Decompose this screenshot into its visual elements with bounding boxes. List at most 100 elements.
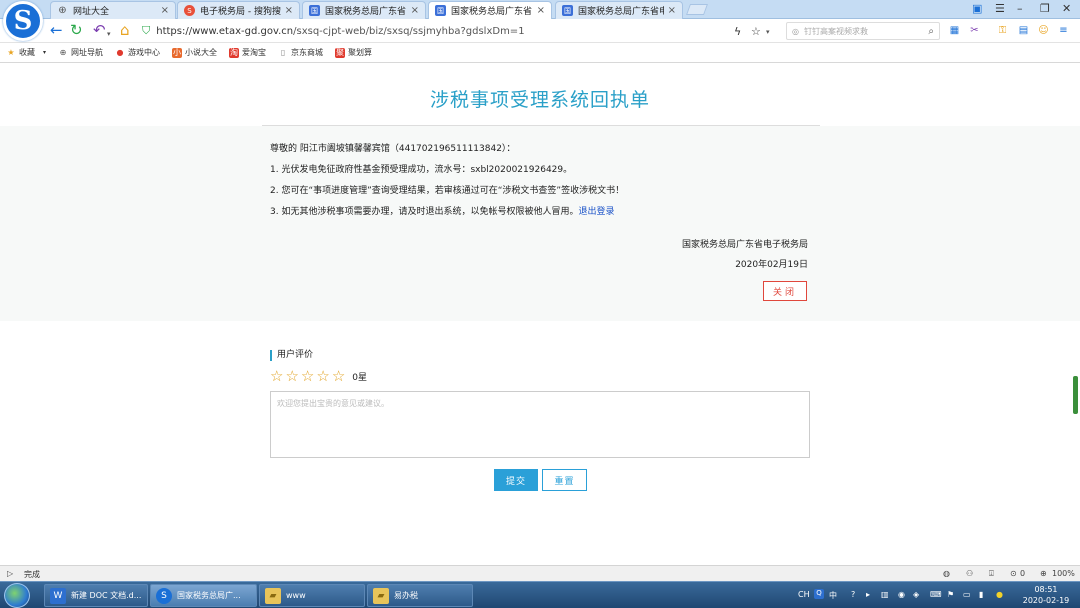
sogou-browser-logo-icon[interactable]: S (3, 1, 43, 41)
receipt-line-3: 3. 如无其他涉税事项需要办理，请及时退出系统，以免帐号权限被他人冒用。退出登录 (270, 204, 614, 217)
ime-tool-icon[interactable]: ⌨ (930, 590, 942, 599)
tab-4-active[interactable]: 国 国家税务总局广东省电子 × (428, 1, 552, 19)
bookmark-game-center[interactable]: ● 游戏中心 (115, 47, 161, 58)
feedback-textarea[interactable]: 欢迎您提出宝贵的意见或建议。 (270, 391, 810, 458)
sogou-ime-icon[interactable]: ● (996, 590, 1003, 599)
chevron-down-icon[interactable]: ▾ (766, 25, 770, 40)
scissors-icon[interactable]: ✂ (968, 24, 981, 37)
bookmark-label: 京东商城 (291, 48, 324, 57)
folder-icon: ▰ (265, 587, 281, 604)
key-icon[interactable]: ⚿ (996, 24, 1009, 37)
zoom-level[interactable]: 100% (1052, 569, 1075, 578)
lightning-icon[interactable]: ϟ (734, 24, 741, 39)
reset-button[interactable]: 重置 (542, 469, 587, 491)
network-icon[interactable]: ▥ (881, 590, 889, 599)
more-menu-icon[interactable]: ≡ (1057, 24, 1070, 37)
star-5-icon[interactable]: ☆ (332, 368, 345, 385)
tax-site-icon: 国 (562, 5, 573, 16)
issue-date: 2020年02月19日 (735, 260, 808, 270)
maximize-icon[interactable]: ❐ (1040, 2, 1050, 15)
refresh-icon[interactable]: ↻ (70, 23, 83, 38)
download-icon[interactable]: ⍗ (989, 569, 994, 579)
sidebar-toggle-icon[interactable]: ▷ (7, 569, 13, 578)
star-4-icon[interactable]: ☆ (316, 368, 329, 385)
submit-button[interactable]: 提交 (494, 469, 538, 491)
task-folder-www[interactable]: ▰ www (259, 584, 365, 607)
extensions-icon[interactable]: ▤ (1017, 24, 1030, 37)
download-count-icon[interactable]: ⊙ (1010, 569, 1017, 578)
tray-toolbar-icon[interactable]: ▸ (866, 590, 870, 599)
security-icon[interactable]: ◉ (898, 590, 905, 599)
tab-close-icon[interactable]: × (411, 5, 419, 16)
tab-5[interactable]: 国 国家税务总局广东省电子 × (555, 1, 683, 19)
bookmark-star-icon[interactable]: ☆ (751, 24, 761, 39)
back-icon[interactable]: ← (50, 23, 63, 38)
taobao-icon: 淘 (229, 47, 240, 58)
star-icon: ★ (7, 48, 15, 57)
close-button[interactable]: 关闭 (763, 281, 807, 301)
new-tab-button[interactable] (685, 4, 709, 15)
shield-status-icon[interactable]: ◍ (943, 569, 950, 578)
undo-icon[interactable]: ↶ (93, 23, 106, 38)
task-folder-yibanshui[interactable]: ▰ 易办税 (367, 584, 473, 607)
task-browser[interactable]: S 国家税务总局广... (150, 584, 257, 607)
logout-link[interactable]: 退出登录 (578, 207, 614, 217)
minimize-icon[interactable]: – (1017, 2, 1023, 15)
smiley-icon[interactable]: ☺ (1037, 24, 1050, 37)
tab-2[interactable]: S 电子税务局 - 搜狗搜索 × (177, 1, 300, 19)
search-icon[interactable]: Q (814, 589, 824, 599)
bookmark-novels[interactable]: 小 小说大全 (172, 47, 217, 58)
tax-site-icon: 国 (435, 5, 446, 16)
flag-icon[interactable]: ⚑ (947, 590, 954, 599)
menu-icon[interactable]: ☰ (995, 2, 1005, 15)
tab-close-icon[interactable]: × (668, 5, 676, 16)
chevron-down-icon[interactable]: ▾ (107, 27, 111, 42)
task-doc[interactable]: W 新建 DOC 文档.d... (44, 584, 148, 607)
battery-icon[interactable]: ▮ (979, 590, 983, 599)
receipt-line-3-text: 3. 如无其他涉税事项需要办理，请及时退出系统，以免帐号权限被他人冒用。 (270, 207, 579, 217)
search-engine-icon: ◎ (792, 26, 799, 36)
tab-close-icon[interactable]: × (537, 5, 545, 16)
user-rating-heading: 用户评价 (270, 350, 313, 361)
bookmark-favorites[interactable]: ★ 收藏 ▾ (6, 47, 46, 58)
status-text: 完成 (24, 570, 40, 579)
page-content: 涉税事项受理系统回执单 尊敬的 阳江市阖坡镇馨馨宾馆（4417021965111… (0, 64, 1080, 564)
word-icon: W (50, 587, 66, 604)
tab-close-icon[interactable]: × (285, 5, 293, 16)
secure-shield-icon: ⛉ (142, 24, 151, 37)
search-icon[interactable]: ⌕ (928, 26, 934, 37)
display-icon[interactable]: ▭ (963, 590, 971, 599)
star-1-icon[interactable]: ☆ (270, 368, 283, 385)
star-3-icon[interactable]: ☆ (301, 368, 314, 385)
tab-1[interactable]: ⊕ 网址大全 × (50, 1, 176, 19)
accelerator-icon[interactable]: ⚇ (966, 569, 973, 578)
clock-date: 2020-02-19 (1022, 596, 1070, 605)
tab-close-icon[interactable]: × (161, 5, 169, 16)
url-field[interactable]: ⛉ https://www.etax-gd.gov.cn/sxsq-cjpt-w… (142, 22, 732, 40)
antivirus-icon[interactable]: ◈ (913, 590, 919, 599)
tab-3[interactable]: 国 国家税务总局广东省电子 × (302, 1, 426, 19)
search-input[interactable]: ◎ 钉钉高案视频求救 ⌕ (786, 22, 940, 40)
close-window-icon[interactable]: ✕ (1062, 2, 1071, 15)
page-icon: ▯ (280, 48, 286, 57)
bookmark-web-nav[interactable]: ⊕ 网址导航 (58, 47, 103, 58)
url-host: https://www.etax-gd.gov.cn (156, 25, 294, 37)
issuer-name: 国家税务总局广东省电子税务局 (681, 240, 808, 250)
bookmark-jd[interactable]: ▯ 京东商城 (278, 47, 323, 58)
home-icon[interactable]: ⌂ (120, 23, 130, 38)
zoom-icon[interactable]: ⊕ (1040, 569, 1047, 578)
page-title: 涉税事项受理系统回执单 (429, 89, 650, 111)
bookmark-taobao[interactable]: 淘 爱淘宝 (229, 47, 266, 58)
language-indicator[interactable]: 中 (829, 590, 837, 601)
tax-site-icon: 国 (309, 5, 320, 16)
tools-icon[interactable]: ▦ (948, 24, 961, 37)
receipt-line-2: 2. 您可在“事项进度管理”查询受理结果，若审核通过可在“涉税文书查签”签收涉税… (270, 186, 625, 196)
star-2-icon[interactable]: ☆ (285, 368, 298, 385)
system-clock[interactable]: 08:51 2020-02-19 (1018, 584, 1074, 606)
bookmark-juhuasuan[interactable]: 聚 聚划算 (335, 47, 372, 58)
skin-icon[interactable]: ▣ (972, 2, 982, 15)
ime-indicator[interactable]: CH (798, 590, 810, 599)
help-icon[interactable]: ? (851, 590, 855, 599)
scrollbar-thumb[interactable] (1073, 376, 1078, 414)
start-button[interactable] (4, 583, 30, 608)
